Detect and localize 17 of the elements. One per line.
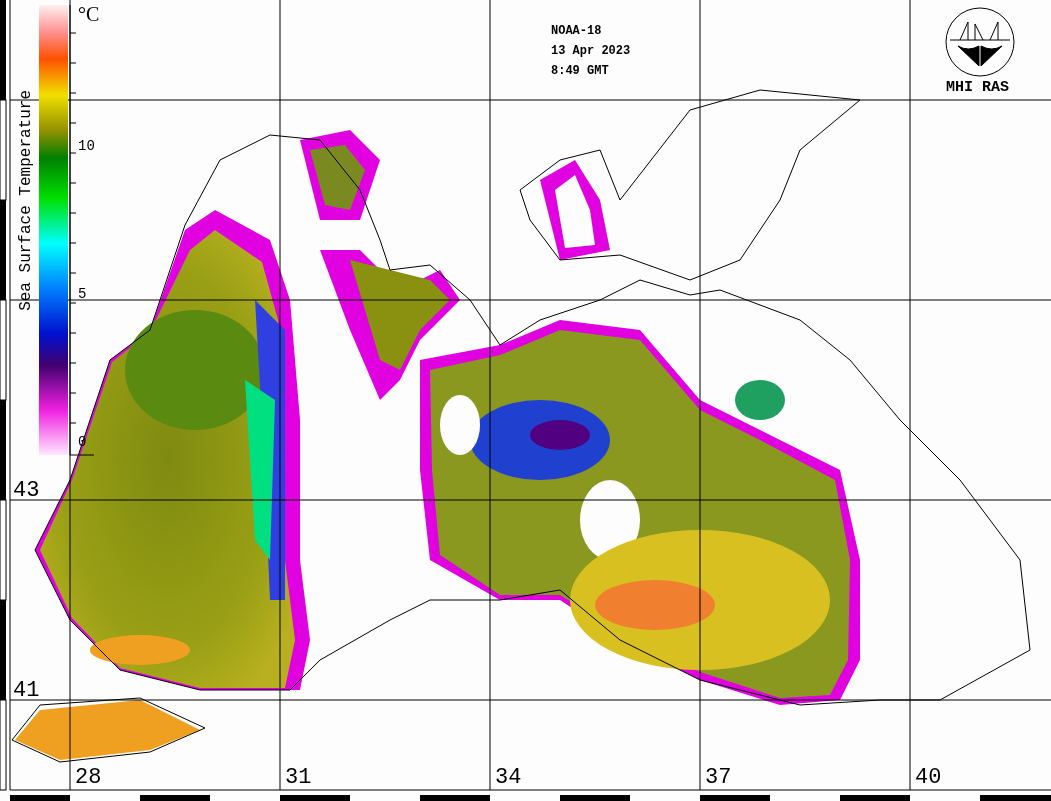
unit-label: °C [78, 4, 100, 24]
longitude-label: 40 [915, 767, 942, 789]
legend-tick-label: 10 [78, 139, 95, 153]
longitude-label: 31 [285, 767, 312, 789]
latitude-label: 41 [13, 680, 40, 702]
legend-title: Sea Surface Temperature [17, 90, 35, 311]
longitude-label: 37 [705, 767, 732, 789]
time-label: 8:49 GMT [551, 65, 609, 77]
latitude-label: 43 [13, 480, 40, 502]
legend-tick-label: 0 [78, 435, 87, 449]
longitude-label: 34 [495, 767, 522, 789]
date-label: 13 Apr 2023 [551, 45, 631, 57]
logo-icon [945, 7, 1015, 77]
satellite-name: NOAA-18 [551, 25, 602, 37]
legend-tick-label: 5 [78, 287, 87, 301]
longitude-label: 28 [75, 767, 102, 789]
logo-text: MHI RAS [946, 80, 1009, 95]
